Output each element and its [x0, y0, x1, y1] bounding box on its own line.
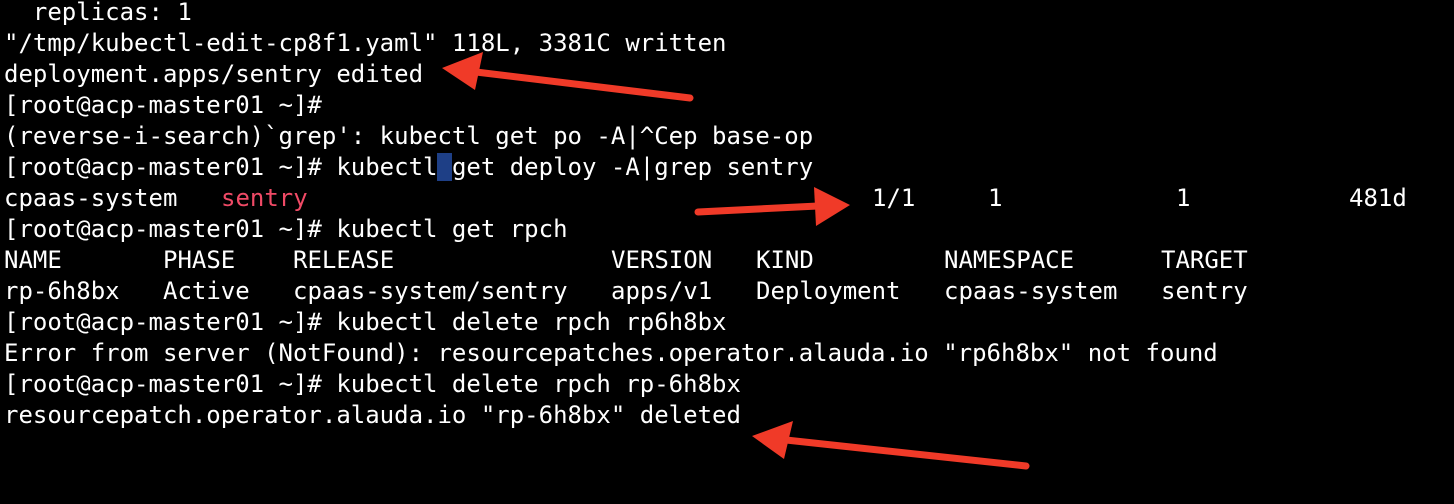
- delete-command-line: [root@acp-master01 ~]# kubectl delete rp…: [4, 308, 727, 336]
- table-cell: cpaas-system: [944, 277, 1118, 305]
- terminal-line: deployment.apps/sentry edited: [4, 60, 424, 88]
- table-cell: sentry: [1161, 277, 1248, 305]
- column-header: NAMESPACE: [944, 246, 1075, 274]
- column-header: RELEASE: [293, 246, 395, 274]
- table-cell: apps/v1: [611, 277, 713, 305]
- terminal-prompt-line: [root@acp-master01 ~]#: [4, 91, 322, 119]
- command-text: [root@acp-master01 ~]# kubectl: [4, 153, 438, 181]
- table-cell: Deployment: [756, 277, 901, 305]
- deploy-ready: 1/1: [872, 184, 916, 212]
- deploy-age: 481d: [1349, 184, 1407, 212]
- column-header: VERSION: [611, 246, 713, 274]
- deploy-namespace: cpaas-system: [4, 184, 178, 212]
- delete-command-line: [root@acp-master01 ~]# kubectl delete rp…: [4, 370, 741, 398]
- table-cell: Active: [163, 277, 250, 305]
- get-rpch-command-line: [root@acp-master01 ~]# kubectl get rpch: [4, 215, 568, 243]
- deploy-up-to-date: 1: [988, 184, 1003, 212]
- column-header: NAME: [4, 246, 62, 274]
- deleted-output-line: resourcepatch.operator.alauda.io "rp-6h8…: [4, 401, 741, 429]
- terminal-cursor: [437, 153, 452, 181]
- error-output-line: Error from server (NotFound): resourcepa…: [4, 339, 1218, 367]
- column-header: TARGET: [1161, 246, 1248, 274]
- reverse-search-line: (reverse-i-search)`grep': kubectl get po…: [4, 122, 814, 150]
- column-header: KIND: [756, 246, 814, 274]
- terminal-line: replicas: 1: [4, 0, 192, 26]
- terminal-window[interactable]: replicas: 1 "/tmp/kubectl-edit-cp8f1.yam…: [0, 0, 1454, 504]
- get-deploy-command-line: [root@acp-master01 ~]# kubectl get deplo…: [4, 152, 813, 183]
- deploy-name: sentry: [221, 184, 308, 212]
- column-header: PHASE: [163, 246, 236, 274]
- table-cell: rp-6h8bx: [4, 277, 120, 305]
- terminal-line: "/tmp/kubectl-edit-cp8f1.yaml" 118L, 338…: [4, 29, 727, 57]
- table-cell: cpaas-system/sentry: [293, 277, 568, 305]
- command-text: get deploy -A|grep sentry: [451, 153, 814, 181]
- deploy-available: 1: [1176, 184, 1191, 212]
